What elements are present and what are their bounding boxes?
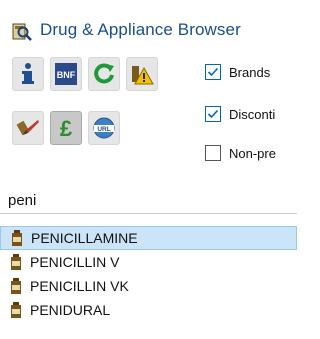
discontinued-label: Disconti bbox=[229, 106, 276, 122]
globe-url-icon: URL bbox=[93, 117, 115, 139]
search-input[interactable] bbox=[8, 190, 288, 210]
pen-icon bbox=[16, 120, 39, 136]
drug-bottle-icon bbox=[11, 278, 21, 294]
non-prescribable-option[interactable]: Non-pre bbox=[205, 141, 276, 165]
list-item-label: PENIDURAL bbox=[30, 302, 111, 318]
bnf-icon-text: BNF bbox=[57, 70, 76, 80]
app-search-icon bbox=[12, 23, 32, 41]
list-item[interactable]: PENIDURAL bbox=[0, 298, 297, 322]
price-button[interactable]: £ bbox=[50, 111, 82, 145]
checkmark-icon bbox=[207, 67, 219, 77]
url-icon-text: URL bbox=[97, 126, 110, 133]
drug-bottle-icon bbox=[11, 302, 21, 318]
bnf-icon: BNF bbox=[55, 63, 77, 85]
pound-icon: £ bbox=[60, 116, 73, 141]
discontinued-option[interactable]: Disconti bbox=[205, 102, 275, 126]
discontinued-checkbox[interactable] bbox=[205, 106, 221, 122]
edit-button[interactable] bbox=[12, 111, 44, 145]
checkmark-icon bbox=[207, 109, 219, 119]
list-item-label: PENICILLAMINE bbox=[31, 230, 138, 246]
drug-bottle-icon bbox=[12, 230, 22, 246]
brands-checkbox[interactable] bbox=[205, 64, 221, 80]
refresh-icon bbox=[94, 63, 114, 84]
window-title: Drug & Appliance Browser bbox=[40, 20, 241, 39]
brands-label: Brands bbox=[229, 64, 271, 80]
bnf-button[interactable]: BNF bbox=[50, 57, 82, 91]
warning-icon bbox=[132, 66, 154, 85]
url-button[interactable]: URL bbox=[88, 111, 120, 145]
non-prescribable-label: Non-pre bbox=[229, 145, 276, 161]
brands-option[interactable]: Brands bbox=[205, 60, 270, 84]
drug-bottle-icon bbox=[11, 254, 21, 270]
results-list: PENICILLAMINE PENICILLIN V PENICILLIN VK… bbox=[0, 226, 297, 322]
list-item[interactable]: PENICILLAMINE bbox=[0, 226, 297, 250]
info-button[interactable] bbox=[12, 57, 44, 91]
list-item[interactable]: PENICILLIN VK bbox=[0, 274, 297, 298]
search-box bbox=[0, 184, 297, 214]
non-prescribable-checkbox[interactable] bbox=[205, 145, 221, 161]
refresh-button[interactable] bbox=[88, 57, 120, 91]
info-icon bbox=[22, 63, 34, 84]
warning-button[interactable] bbox=[126, 57, 158, 91]
pound-icon-text: £ bbox=[60, 116, 73, 141]
list-item-label: PENICILLIN V bbox=[30, 254, 120, 270]
list-item[interactable]: PENICILLIN V bbox=[0, 250, 297, 274]
toolbar: BNF £ URL Brands Disconti Non-pre bbox=[0, 53, 297, 173]
title-bar: Drug & Appliance Browser bbox=[0, 0, 297, 44]
list-item-label: PENICILLIN VK bbox=[30, 278, 129, 294]
